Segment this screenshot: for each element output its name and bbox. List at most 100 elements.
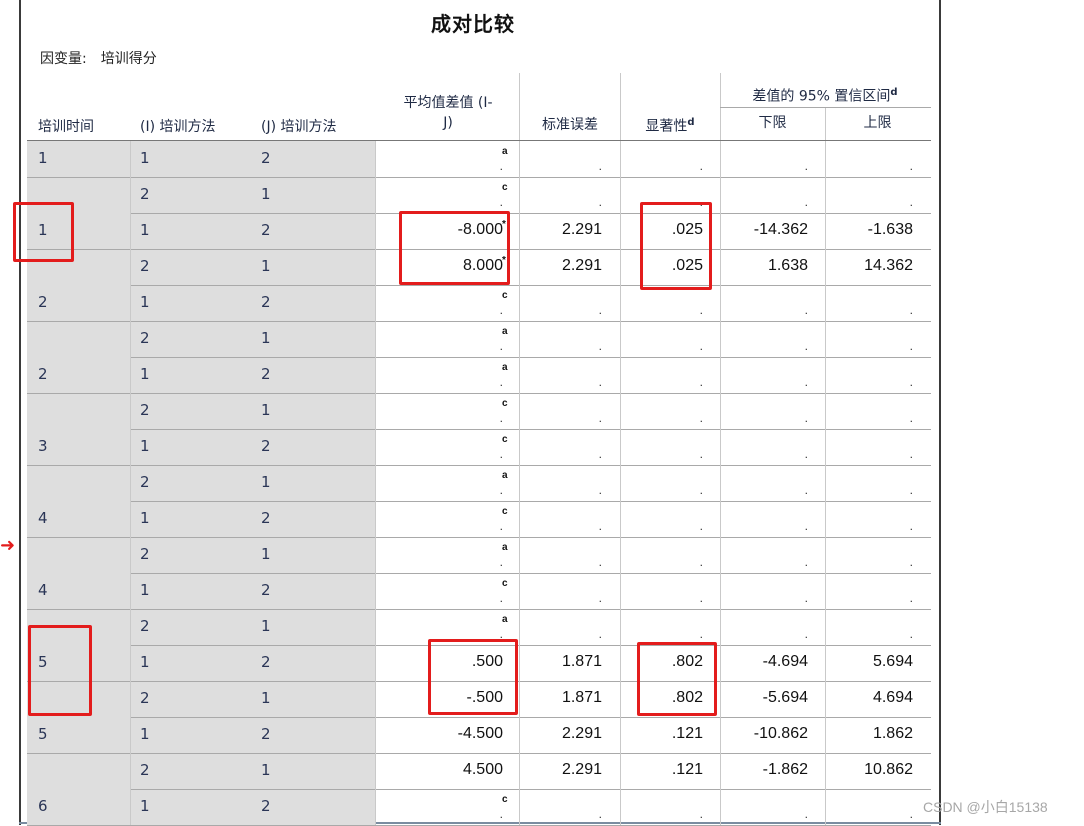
header-bottom-rule	[27, 140, 931, 141]
cell-method-i: 1	[140, 581, 150, 599]
cell-divider	[375, 717, 376, 753]
cell-hi: .	[909, 339, 913, 353]
cell-sig: .	[699, 375, 703, 389]
header-sig-footnote: d	[687, 117, 695, 128]
cell-hi: 10.862	[864, 761, 913, 778]
cell-sig: .	[699, 627, 703, 641]
cell-method-i: 2	[140, 329, 150, 347]
cell-method-i: 1	[140, 725, 150, 743]
cell-method-j: 1	[261, 617, 271, 635]
cell-method-i: 2	[140, 617, 150, 635]
cell-lo: .	[804, 627, 808, 641]
cell-divider	[375, 789, 376, 825]
cell-sig: .121	[671, 761, 703, 778]
footnote-marker: c	[502, 506, 508, 517]
cell-sig: .	[699, 519, 703, 533]
cell-divider	[375, 609, 376, 645]
cell-hi: .	[909, 411, 913, 425]
cell-lo: .	[804, 519, 808, 533]
ci-header-rule	[720, 107, 931, 108]
header-std-error: 标准误差	[542, 117, 598, 133]
cell-method-j: 1	[261, 329, 271, 347]
cell-divider	[130, 753, 131, 789]
dependent-label: 因变量:	[40, 51, 87, 67]
footnote-marker: c	[502, 290, 508, 301]
cell-divider	[375, 249, 376, 285]
cell-training-time: 4	[38, 581, 48, 599]
cell-lo: -1.862	[762, 761, 808, 778]
header-time: 培训时间	[38, 119, 94, 135]
cell-divider	[375, 213, 376, 249]
cell-method-j: 2	[261, 365, 271, 383]
cell-sig: .	[699, 591, 703, 605]
cell-method-i: 2	[140, 545, 150, 563]
cell-training-time: 6	[38, 797, 48, 815]
cell-training-time: 5	[38, 725, 48, 743]
cell-divider	[375, 645, 376, 681]
cell-method-i: 1	[140, 653, 150, 671]
cell-lo: .	[804, 375, 808, 389]
row-rule	[130, 213, 931, 214]
row-rule	[27, 465, 931, 466]
cell-divider	[375, 681, 376, 717]
cell-divider	[375, 321, 376, 357]
highlight-box	[637, 642, 717, 716]
row-rule	[27, 321, 931, 322]
cell-divider	[130, 717, 131, 753]
cell-method-j: 1	[261, 185, 271, 203]
cell-divider	[375, 501, 376, 537]
cell-hi: .	[909, 483, 913, 497]
header-ci-text: 差值的 95% 置信区间	[752, 88, 891, 105]
row-rule	[130, 717, 931, 718]
cell-lo: .	[804, 411, 808, 425]
cell-training-time: 2	[38, 365, 48, 383]
dependent-value: 培训得分	[100, 51, 157, 67]
cell-divider	[130, 321, 131, 357]
cell-lo: .	[804, 447, 808, 461]
row-rule	[27, 537, 931, 538]
row-rule	[130, 645, 931, 646]
cell-training-time: 2	[38, 293, 48, 311]
cell-lo: .	[804, 159, 808, 173]
footnote-marker: a	[502, 362, 508, 373]
cell-training-time: 4	[38, 509, 48, 527]
cell-divider	[130, 789, 131, 825]
header-mean-diff-line2: J)	[443, 115, 453, 131]
cell-sig: .	[699, 159, 703, 173]
cell-lo: -10.862	[753, 725, 808, 742]
cell-divider	[375, 573, 376, 609]
header-lower: 下限	[758, 115, 787, 131]
cell-method-i: 2	[140, 185, 150, 203]
cell-hi: 4.694	[872, 689, 913, 706]
cell-method-i: 2	[140, 473, 150, 491]
cell-hi: .	[909, 195, 913, 209]
header-divider	[620, 73, 621, 141]
cell-method-i: 1	[140, 149, 150, 167]
cell-method-i: 2	[140, 761, 150, 779]
cell-hi: .	[909, 807, 913, 821]
row-rule	[130, 357, 931, 358]
footnote-marker: c	[502, 794, 508, 805]
cell-divider	[375, 537, 376, 573]
highlight-box	[428, 639, 518, 715]
cell-method-j: 2	[261, 797, 271, 815]
header-significance: 显著性d	[620, 113, 720, 137]
row-rule	[130, 285, 931, 286]
shaded-row-labels	[27, 141, 375, 825]
cell-lo: .	[804, 303, 808, 317]
cell-training-time: 3	[38, 437, 48, 455]
footnote-marker: a	[502, 470, 508, 481]
cell-divider	[130, 429, 131, 465]
cell-divider	[130, 357, 131, 393]
cell-method-i: 2	[140, 689, 150, 707]
header-ci: 差值的 95% 置信区间d	[720, 83, 930, 107]
cell-hi: 14.362	[864, 257, 913, 274]
cell-divider	[130, 393, 131, 429]
row-rule	[130, 573, 931, 574]
cell-divider	[375, 393, 376, 429]
arrow-icon: ➜	[0, 535, 16, 556]
cell-divider	[375, 753, 376, 789]
highlight-box	[640, 202, 712, 290]
dependent-variable: 因变量: 培训得分	[40, 48, 171, 68]
cell-training-time: 1	[38, 149, 48, 167]
